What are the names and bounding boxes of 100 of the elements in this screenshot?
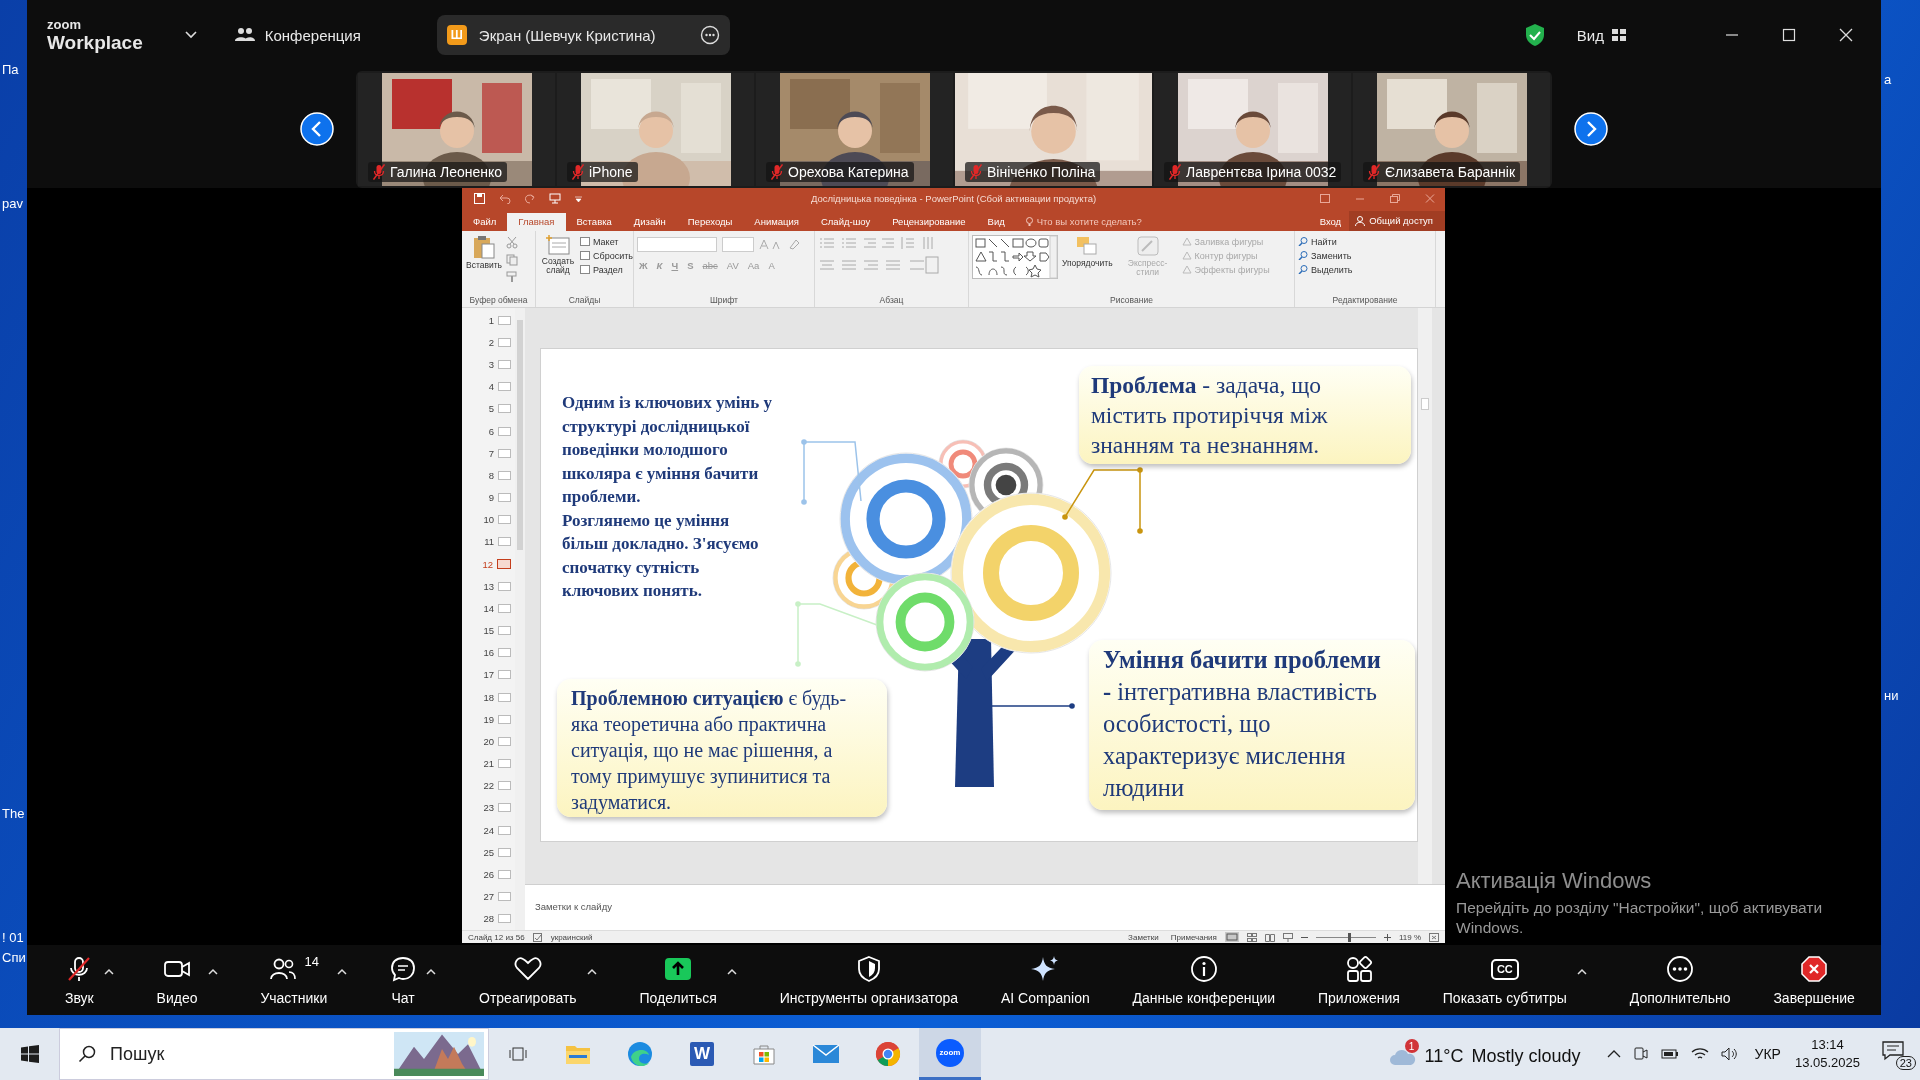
taskbar-app[interactable]: zoom (919, 1028, 981, 1080)
windows-start-icon[interactable] (21, 1045, 39, 1063)
toolbar-button[interactable]: Данные конференции (1132, 954, 1276, 1006)
slide-thumbnail[interactable]: 20 (462, 730, 515, 753)
slide-thumbnail[interactable]: 15 (462, 619, 515, 642)
slide-thumbnail[interactable]: 11 (462, 530, 515, 553)
slide-thumbnail[interactable]: 1 (462, 309, 515, 332)
paste-button[interactable]: Вставить (465, 234, 504, 296)
zoom-slider[interactable] (1347, 932, 1351, 942)
chevron-down-icon[interactable] (184, 31, 197, 39)
clear-format-icon[interactable] (788, 238, 800, 251)
caret-icon[interactable] (426, 968, 437, 975)
slideshow-icon[interactable] (549, 193, 561, 205)
font-name-field[interactable] (637, 236, 717, 252)
slide-thumbnail[interactable]: 16 (462, 641, 515, 664)
language-label[interactable]: украинский (550, 932, 593, 942)
close-icon[interactable] (1839, 28, 1853, 42)
taskbar-app[interactable]: W (671, 1028, 733, 1080)
reading-view-icon[interactable] (1264, 932, 1275, 942)
slide-thumbnail[interactable]: 26 (462, 863, 515, 886)
battery-icon[interactable] (1660, 1048, 1679, 1060)
caret-icon[interactable] (1576, 968, 1587, 975)
slide-thumbnail[interactable]: 24 (462, 819, 515, 842)
slide-thumbnail[interactable]: 21 (462, 752, 515, 775)
slide-thumbnail[interactable]: 10 (462, 508, 515, 531)
fit-to-window-icon[interactable] (1429, 932, 1439, 942)
slide-thumbnail[interactable]: 13 (462, 575, 515, 598)
slide-thumbnail[interactable]: 18 (462, 686, 515, 709)
keyboard-language[interactable]: УКР (1754, 1046, 1781, 1062)
slide-thumbnail[interactable]: 27 (462, 885, 515, 908)
slide-thumbnail[interactable]: 23 (462, 796, 515, 820)
chevron-up-icon[interactable] (1606, 1049, 1621, 1059)
sign-in-link[interactable]: Вход (1311, 212, 1350, 231)
tell-me-field[interactable]: Что вы хотите сделать? (1025, 212, 1142, 231)
participant-tile[interactable]: iPhone (557, 72, 754, 186)
more-icon[interactable] (699, 25, 720, 45)
ribbon-command[interactable]: Сбросить (580, 250, 633, 261)
normal-view-icon[interactable] (1224, 932, 1239, 943)
ribbon-command[interactable]: Раздел (580, 264, 633, 275)
slide-thumbnail[interactable]: 8 (462, 464, 515, 487)
toolbar-button[interactable]: Чат (390, 954, 417, 1006)
slide-thumbnail[interactable]: 19 (462, 708, 515, 731)
ribbon-large-button[interactable]: Упорядочить (1061, 234, 1114, 296)
weather-widget[interactable]: 1 11°C Mostly cloudy (1386, 1037, 1583, 1071)
ribbon-tab[interactable]: Вставка (565, 212, 623, 231)
slide-thumbnail[interactable]: 7 (462, 442, 515, 465)
toolbar-button[interactable]: Звук (65, 954, 94, 1006)
search-field[interactable]: Пошук (59, 1028, 489, 1080)
caret-icon[interactable] (207, 968, 218, 975)
screen-share-pill[interactable]: Ш Экран (Шевчук Кристина) (436, 15, 730, 55)
ribbon-tab[interactable]: Главная (507, 212, 566, 231)
zoom-in-icon[interactable] (1383, 933, 1391, 941)
task-view-icon[interactable] (509, 1045, 527, 1063)
participant-tile[interactable]: Єлизавета Бараннік (1353, 72, 1550, 186)
slide-thumbnail[interactable]: 17 (462, 663, 515, 686)
scissors-icon[interactable] (506, 236, 519, 249)
toolbar-button[interactable]: CC Показать субтитры (1442, 954, 1567, 1006)
ribbon-command[interactable]: Заменить (1298, 250, 1353, 261)
clock[interactable]: 13:14 13.05.2025 (1794, 1036, 1860, 1072)
wifi-icon[interactable] (1690, 1047, 1709, 1061)
slide-sorter-icon[interactable] (1246, 932, 1257, 942)
spelling-icon[interactable] (532, 932, 543, 942)
toolbar-button[interactable]: Отреагировать (479, 954, 577, 1006)
toolbar-button[interactable]: Завершение (1773, 954, 1855, 1006)
slide-thumbnail[interactable]: 25 (462, 841, 515, 864)
shapes-gallery[interactable] (972, 234, 1058, 279)
slide-thumbnail[interactable]: 4 (462, 375, 515, 398)
new-slide-button[interactable]: Создать слайд (539, 234, 577, 296)
slide-thumbnail[interactable]: 14 (462, 597, 515, 620)
slide-thumbnail[interactable]: 28 (462, 907, 515, 930)
ribbon-command[interactable]: Найти (1298, 236, 1353, 247)
font-size-field[interactable] (722, 236, 754, 252)
slide-thumbnail[interactable]: 3 (462, 353, 515, 376)
participant-tile[interactable]: Лаврентєва Ірина 0032 (1154, 72, 1351, 186)
zoom-level[interactable]: 119 % (1398, 932, 1421, 942)
scrollbar[interactable] (1418, 308, 1432, 885)
ribbon-tab[interactable]: Анимация (743, 212, 810, 231)
notes-button[interactable]: Заметки (1128, 932, 1159, 942)
slide-thumbnail[interactable]: 9 (462, 486, 515, 509)
undo-icon[interactable] (499, 193, 511, 204)
volume-icon[interactable] (1720, 1047, 1739, 1061)
meeting-button[interactable]: Конференция (230, 22, 365, 48)
save-icon[interactable] (474, 193, 485, 205)
slide-thumbnail[interactable]: 22 (462, 774, 515, 797)
ribbon-command[interactable]: Макет (580, 236, 633, 247)
view-button[interactable]: Вид (1570, 25, 1632, 45)
participant-tile[interactable]: Галина Леоненко (358, 72, 555, 186)
ribbon-tab[interactable]: Вид (976, 212, 1016, 231)
slide-thumbnail[interactable]: 5 (462, 397, 515, 420)
slideshow-icon[interactable] (1282, 932, 1293, 942)
restore-icon[interactable] (1390, 194, 1400, 204)
toolbar-button[interactable]: 14 Участники (260, 954, 328, 1006)
share-button[interactable]: Общий доступ (1349, 210, 1445, 231)
slide-thumbnail[interactable]: 2 (462, 331, 515, 354)
slide-thumbnail[interactable]: 6 (462, 419, 515, 443)
slide-thumbnail[interactable]: 12 (462, 553, 515, 576)
toolbar-button[interactable]: Приложения (1318, 954, 1400, 1006)
caret-icon[interactable] (103, 968, 114, 975)
redo-icon[interactable] (525, 193, 535, 204)
ribbon-tab[interactable]: Рецензирование (881, 212, 977, 231)
